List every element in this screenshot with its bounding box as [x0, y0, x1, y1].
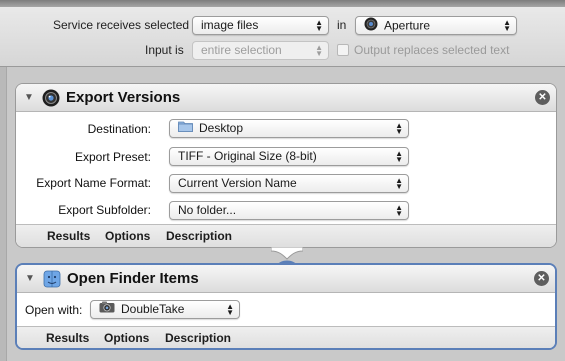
disclosure-triangle-icon[interactable]: ▼: [24, 92, 34, 103]
open-with-value: DoubleTake: [121, 302, 185, 316]
action-footer: Results Options Description: [17, 326, 555, 348]
tab-results[interactable]: Results: [47, 229, 90, 243]
export-name-format-value: Current Version Name: [178, 176, 297, 190]
disclosure-triangle-icon[interactable]: ▼: [25, 273, 35, 284]
output-replaces-checkbox[interactable]: [337, 44, 349, 56]
destination-value: Desktop: [199, 121, 244, 135]
popup-arrows-icon: ▲ ▼: [315, 42, 323, 58]
tab-results[interactable]: Results: [46, 331, 89, 345]
application-popup[interactable]: Aperture ▲ ▼: [355, 16, 517, 35]
export-subfolder-label: Export Subfolder:: [58, 203, 151, 217]
aperture-icon: [42, 89, 60, 110]
input-is-label: Input is: [145, 43, 184, 57]
export-preset-label: Export Preset:: [74, 150, 151, 164]
input-type-value: image files: [201, 18, 259, 32]
export-name-format-popup[interactable]: Current Version Name ▲ ▼: [169, 174, 409, 193]
tab-description[interactable]: Description: [166, 229, 232, 243]
close-icon[interactable]: ✕: [534, 271, 549, 286]
popup-arrows-icon: ▲ ▼: [315, 17, 323, 33]
service-receives-label: Service receives selected: [53, 18, 190, 32]
open-with-popup[interactable]: DoubleTake ▲ ▼: [90, 300, 240, 319]
toolbar-strip: [0, 0, 565, 7]
input-is-popup[interactable]: entire selection ▲ ▼: [192, 41, 329, 60]
action-footer: Results Options Description: [16, 224, 556, 247]
aperture-icon: [364, 17, 378, 34]
popup-arrows-icon: ▲ ▼: [395, 120, 403, 136]
export-preset-value: TIFF - Original Size (8-bit): [178, 149, 317, 163]
tab-options[interactable]: Options: [105, 229, 150, 243]
tab-description[interactable]: Description: [165, 331, 231, 345]
action-title-bar[interactable]: ▼ Open Finder Items ✕: [17, 265, 555, 293]
service-header: Service receives selected image files ▲ ▼…: [0, 7, 565, 67]
export-name-format-label: Export Name Format:: [36, 176, 151, 190]
output-replaces-label: Output replaces selected text: [354, 43, 510, 57]
input-type-popup[interactable]: image files ▲ ▼: [192, 16, 329, 35]
export-preset-popup[interactable]: TIFF - Original Size (8-bit) ▲ ▼: [169, 147, 409, 166]
popup-arrows-icon: ▲ ▼: [395, 175, 403, 191]
input-is-value: entire selection: [201, 43, 282, 57]
open-with-label: Open with:: [25, 303, 83, 317]
finder-icon: [43, 270, 61, 291]
action-title: Export Versions: [66, 89, 181, 106]
destination-popup[interactable]: Desktop ▲ ▼: [169, 119, 409, 138]
in-label: in: [337, 18, 347, 32]
export-subfolder-value: No folder...: [178, 203, 237, 217]
action-title-bar[interactable]: ▼ Export Versions ✕: [16, 84, 556, 112]
export-subfolder-popup[interactable]: No folder... ▲ ▼: [169, 201, 409, 220]
folder-icon: [178, 120, 193, 137]
popup-arrows-icon: ▲ ▼: [395, 202, 403, 218]
popup-arrows-icon: ▲ ▼: [395, 148, 403, 164]
popup-arrows-icon: ▲ ▼: [226, 301, 234, 317]
popup-arrows-icon: ▲ ▼: [503, 17, 511, 33]
workflow-area: ▼ Export Versions ✕ Destination: Desktop…: [6, 67, 565, 361]
action-open-finder-items[interactable]: ▼ Open Finder Items ✕ Open with: DoubleT…: [15, 263, 557, 350]
tab-options[interactable]: Options: [104, 331, 149, 345]
destination-label: Destination:: [87, 122, 151, 136]
action-title: Open Finder Items: [67, 270, 199, 287]
action-export-versions[interactable]: ▼ Export Versions ✕ Destination: Desktop…: [15, 83, 557, 248]
application-value: Aperture: [384, 18, 431, 33]
close-icon[interactable]: ✕: [535, 90, 550, 105]
doubletake-icon: [99, 301, 115, 318]
